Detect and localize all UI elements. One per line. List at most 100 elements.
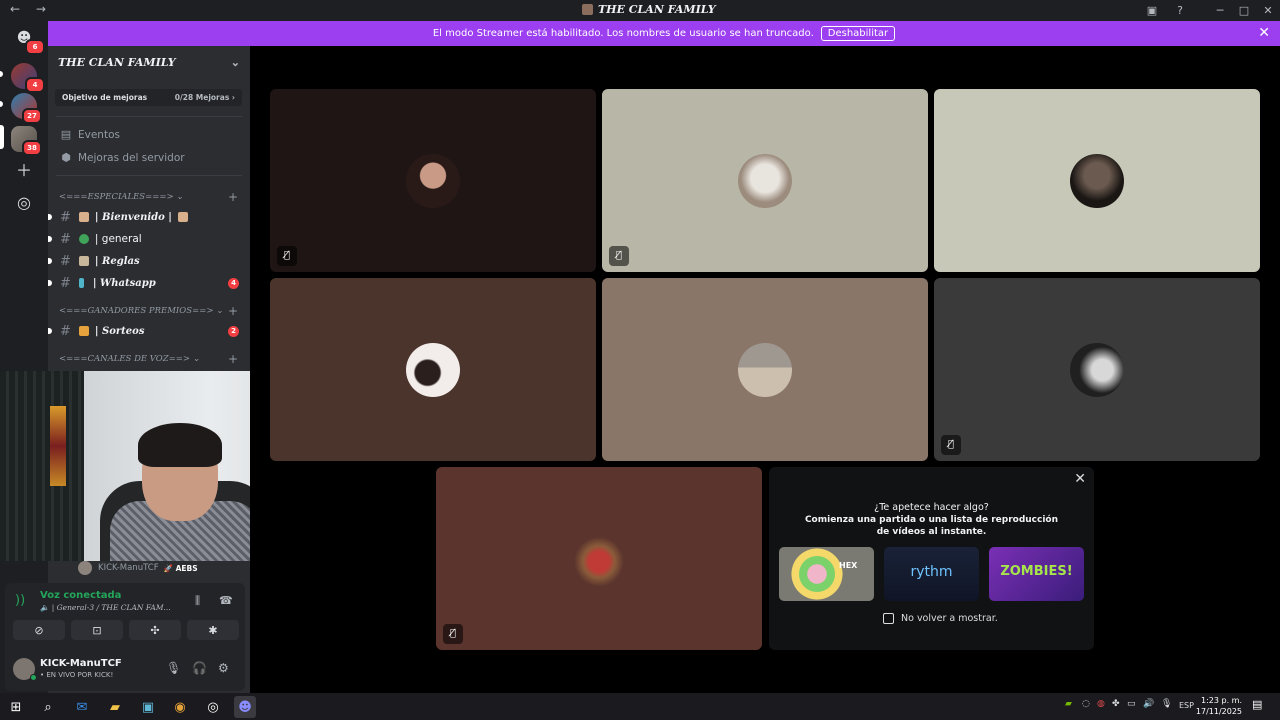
window-controls: ▣ ? ─ □ ✕: [1138, 0, 1280, 21]
avatar: [738, 153, 792, 208]
language-indicator[interactable]: ESP: [1179, 701, 1194, 710]
noise-suppression-icon[interactable]: ⫼: [195, 594, 200, 608]
video-tile[interactable]: [934, 89, 1260, 272]
hash-icon: #: [60, 209, 71, 225]
window-title: THE CLAN FAMILY: [582, 3, 716, 16]
category-ganadores-premios[interactable]: <===GANADORES PREMIOS==> ⌄ +: [48, 302, 250, 320]
windows-taskbar: ⊞ ⌕ ✉ ▰ ▣ ◉ ◎ ☻ ▰ ◌ ◍ ✤ ▭ 🔊 🎙 ESP 1:23 p…: [0, 693, 1280, 720]
help-icon[interactable]: ?: [1166, 4, 1194, 17]
discord-taskbar-icon[interactable]: ☻: [234, 696, 256, 718]
video-tile[interactable]: 🎙̸: [602, 89, 928, 272]
tray-icon[interactable]: ◌: [1082, 699, 1090, 709]
webcam-username: KICK-ManuTCF: [98, 563, 159, 573]
channel-reglas[interactable]: # | Reglas: [48, 250, 250, 272]
clock[interactable]: 1:23 p. m. 17/11/2025: [1196, 695, 1242, 717]
divider: [56, 116, 242, 117]
tray-icon[interactable]: ✤: [1112, 699, 1120, 709]
video-tile[interactable]: 🎙̸: [270, 89, 596, 272]
server-badge-3: 38: [22, 140, 42, 156]
activity-cards: HEX rythm ZOMBIES!: [779, 547, 1084, 601]
server-boosts-link[interactable]: ⬢ Mejoras del servidor: [48, 146, 250, 169]
boost-goal[interactable]: Objetivo de mejoras 0/28 Mejoras ›: [55, 89, 242, 106]
calendar-icon: ▤: [60, 128, 72, 141]
disable-streamer-button[interactable]: Deshabilitar: [820, 26, 896, 41]
muted-icon: 🎙̸: [277, 246, 297, 266]
chrome-icon[interactable]: ◉: [169, 696, 191, 718]
channel-sorteos[interactable]: # | Sorteos 2: [48, 320, 250, 342]
network-icon[interactable]: ▭: [1127, 699, 1136, 709]
chevron-down-icon: ⌄: [230, 55, 240, 69]
outlook-icon[interactable]: ✉: [71, 696, 93, 718]
gear-icon[interactable]: ⚙: [218, 661, 229, 675]
file-explorer-icon[interactable]: ▰: [104, 696, 126, 718]
channel-whatsapp[interactable]: # | Whatsapp 4: [48, 272, 250, 294]
hash-icon: #: [60, 231, 71, 247]
channel-bienvenido[interactable]: # | Bienvenido |: [48, 206, 250, 228]
server-badge-2: 27: [22, 108, 42, 124]
microphone-tray-icon[interactable]: 🎙: [1161, 699, 1172, 709]
video-tile[interactable]: [270, 278, 596, 461]
add-channel-icon[interactable]: +: [228, 190, 238, 204]
video-tile[interactable]: 🎙̸: [436, 467, 762, 650]
muted-icon: 🎙̸: [443, 624, 463, 644]
dont-show-again[interactable]: No volver a mostrar.: [883, 613, 998, 624]
unread-badge: 2: [228, 325, 239, 337]
voice-channel-name[interactable]: 🔈 | General-3 / THE CLAN FAM...: [40, 603, 171, 612]
close-icon[interactable]: ✕: [1074, 471, 1086, 487]
banner-close-icon[interactable]: ✕: [1258, 25, 1270, 41]
close-window-button[interactable]: ✕: [1256, 4, 1280, 17]
channel-general[interactable]: # | general: [48, 228, 250, 250]
hash-icon: #: [60, 275, 71, 291]
user-name[interactable]: KICK-ManuTCF: [40, 658, 122, 669]
add-server-icon[interactable]: ＋: [13, 160, 35, 182]
category-canales-de-voz[interactable]: <===CANALES DE VOZ==> ⌄ +: [48, 350, 250, 368]
video-tile[interactable]: 🎙̸: [934, 278, 1260, 461]
microphone-icon[interactable]: 🎙: [166, 661, 181, 675]
nvidia-icon[interactable]: ▰: [1065, 699, 1072, 709]
title-bar: ← → THE CLAN FAMILY ▣ ? ─ □ ✕: [0, 0, 1280, 21]
dont-show-again-checkbox[interactable]: [883, 613, 894, 624]
windows-start-icon[interactable]: ⊞: [5, 696, 27, 718]
events-link[interactable]: ▤ Eventos: [48, 123, 250, 146]
divider: [56, 175, 242, 176]
video-tile[interactable]: [602, 278, 928, 461]
forward-arrow-icon[interactable]: →: [36, 2, 46, 16]
phone-emoji-icon: [78, 278, 84, 288]
avatar: [78, 561, 92, 575]
maximize-button[interactable]: □: [1232, 4, 1256, 17]
hash-icon: #: [60, 253, 71, 269]
add-channel-icon[interactable]: +: [228, 304, 238, 318]
soundboard-button[interactable]: ✱: [187, 620, 239, 640]
server-icon: [582, 4, 593, 15]
hand-emoji-icon: [177, 212, 188, 222]
obs-icon[interactable]: ◎: [202, 696, 224, 718]
tray-icon[interactable]: ◍: [1097, 699, 1105, 709]
server-header[interactable]: THE CLAN FAMILY ⌄: [48, 46, 250, 78]
muted-icon: 🎙̸: [609, 246, 629, 266]
activity-card-hex[interactable]: HEX: [779, 547, 874, 601]
headphones-icon[interactable]: 🎧: [192, 661, 207, 675]
screen-share-button[interactable]: ⊡: [71, 620, 123, 640]
category-especiales[interactable]: <===ESPECIALES===> ⌄ +: [48, 188, 250, 206]
search-icon[interactable]: ⌕: [37, 696, 59, 718]
camera-off-button[interactable]: ⊘: [13, 620, 65, 640]
explore-compass-icon[interactable]: ◎: [13, 192, 35, 214]
avatar: [1070, 342, 1124, 397]
activity-card-rythm[interactable]: rythm: [884, 547, 979, 601]
app-icon[interactable]: ▣: [137, 696, 159, 718]
volume-icon[interactable]: 🔊: [1143, 699, 1154, 709]
inbox-icon[interactable]: ▣: [1138, 4, 1166, 17]
activities-button[interactable]: ✣: [129, 620, 181, 640]
disconnect-icon[interactable]: ☎: [219, 594, 233, 607]
webcam-user-label: KICK-ManuTCF 🚀 AEBS: [78, 561, 198, 575]
notifications-icon[interactable]: ▤: [1252, 698, 1268, 714]
voice-status[interactable]: Voz conectada: [40, 590, 121, 601]
hash-icon: #: [60, 323, 71, 339]
activity-card-zombies[interactable]: ZOMBIES!: [989, 547, 1084, 601]
minimize-button[interactable]: ─: [1208, 4, 1232, 17]
back-arrow-icon[interactable]: ←: [10, 2, 20, 16]
avatar: [572, 531, 626, 586]
nav-arrows: ← →: [10, 2, 58, 16]
signal-icon[interactable]: )): [15, 593, 31, 609]
add-channel-icon[interactable]: +: [228, 352, 238, 366]
